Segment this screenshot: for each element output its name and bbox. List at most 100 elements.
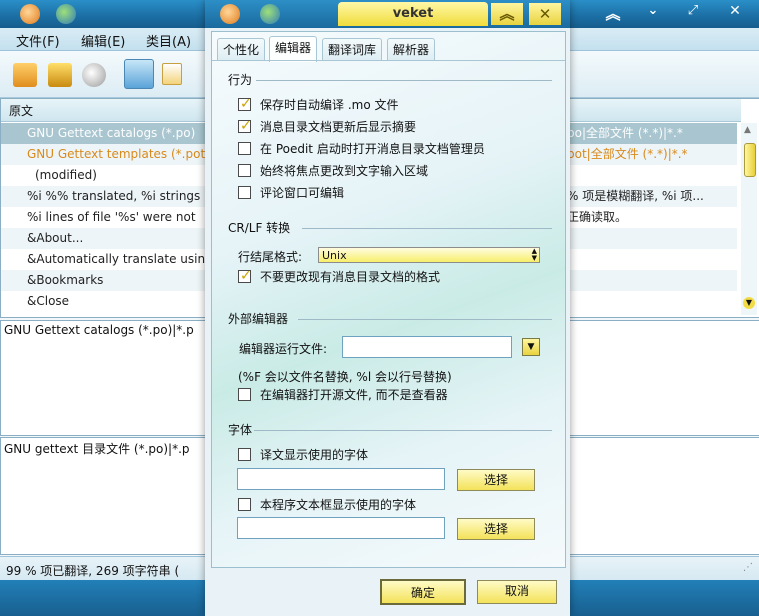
row-translation-text: % 项是模糊翻译, %i 项... xyxy=(567,189,704,203)
main-close-icon[interactable]: ✕ xyxy=(722,3,748,23)
tab-parsers-label: 解析器 xyxy=(393,43,430,57)
keep-format-checkbox[interactable]: ✓ xyxy=(238,268,252,284)
open-folder-icon[interactable] xyxy=(13,63,37,87)
dialog-logo-icon xyxy=(220,4,240,24)
dialog-title-text: veket xyxy=(392,6,434,21)
behavior-section-title: 行为 xyxy=(228,73,253,87)
row-translation-text: po|全部文件 (*.*)|*.* xyxy=(567,126,683,140)
menu-catalog[interactable]: 类目(A) xyxy=(146,31,191,50)
tab-editor[interactable]: 编辑器 xyxy=(269,36,318,62)
ok-label: 确定 xyxy=(410,586,435,600)
source-text: GNU Gettext catalogs (*.po)|*.p xyxy=(4,323,194,337)
behavior-option-label: 消息目录文档更新后显示摘要 xyxy=(260,120,417,134)
update-catalog-icon[interactable] xyxy=(124,59,154,89)
eol-format-label: 行结尾格式: xyxy=(238,250,303,264)
translation-text: GNU gettext 目录文件 (*.po)|*.p xyxy=(4,442,190,456)
app-font-checkbox[interactable] xyxy=(238,498,251,511)
behavior-option-label: 在 Poedit 启动时打开消息目录文档管理员 xyxy=(260,142,485,156)
tab-parsers[interactable]: 解析器 xyxy=(387,38,436,61)
fonts-section-title: 字体 xyxy=(228,423,253,437)
row-source-text: (modified) xyxy=(35,168,97,182)
tab-personalize-label: 个性化 xyxy=(223,43,260,57)
main-maximize-icon[interactable]: ⤢ xyxy=(680,3,706,23)
editor-command-input[interactable] xyxy=(342,336,512,358)
resize-grip-icon[interactable]: ⋰ xyxy=(743,562,753,573)
main-roll-up-icon[interactable]: ︽ xyxy=(600,3,626,23)
crlf-section-title: CR/LF 转换 xyxy=(228,221,291,235)
eol-format-select[interactable]: Unix ▲ ▼ xyxy=(318,247,540,263)
dialog-titlebar: veket ︽ ✕ xyxy=(205,0,570,28)
behavior-checkbox[interactable]: ✓ xyxy=(238,96,252,112)
keep-format-label: 不要更改现有消息目录文档的格式 xyxy=(260,270,441,284)
checkmark-icon: ✓ xyxy=(240,118,252,134)
cancel-button[interactable]: 取消 xyxy=(477,580,557,604)
row-source-text: GNU Gettext catalogs (*.po) xyxy=(27,126,196,140)
behavior-checkbox[interactable]: ✓ xyxy=(238,118,252,134)
row-source-text: %i lines of file '%s' were not xyxy=(27,210,196,224)
app-logo-icon xyxy=(20,4,40,24)
translation-font-input[interactable] xyxy=(237,468,445,490)
translation-font-label: 译文显示使用的字体 xyxy=(260,448,369,462)
tab-editor-label: 编辑器 xyxy=(275,41,312,55)
vertical-scrollbar[interactable]: ▲ ▼ xyxy=(741,123,757,315)
status-text: 99 % 项已翻译, 269 项字符串 ( xyxy=(6,564,180,578)
translation-font-checkbox[interactable] xyxy=(238,448,251,461)
checkmark-icon: ✓ xyxy=(240,96,252,112)
dialog-title: veket xyxy=(338,2,488,26)
app-font-input[interactable] xyxy=(237,517,445,539)
row-translation-text: 正确读取。 xyxy=(567,210,628,224)
globe-tool-icon[interactable] xyxy=(82,63,106,87)
close-icon[interactable]: ✕ xyxy=(529,3,561,25)
tab-divider xyxy=(212,60,565,61)
choose-translation-font-button[interactable]: 选择 xyxy=(457,469,535,491)
scroll-down-icon[interactable]: ▼ xyxy=(743,297,755,309)
row-source-text: %i %% translated, %i strings (% xyxy=(27,189,221,203)
fonts-divider xyxy=(254,430,552,431)
editor-command-label: 编辑器运行文件: xyxy=(239,342,328,356)
ok-button[interactable]: 确定 xyxy=(380,579,466,605)
menu-file[interactable]: 文件(F) xyxy=(16,31,60,50)
checkmark-icon: ✓ xyxy=(240,268,252,284)
choose-translation-font-label: 选择 xyxy=(483,473,508,487)
column-source-header[interactable]: 原文 xyxy=(9,102,33,119)
eol-format-value: Unix xyxy=(322,249,347,262)
behavior-option-label: 保存时自动编译 .mo 文件 xyxy=(260,98,399,112)
behavior-option-label: 评论窗口可编辑 xyxy=(260,186,345,200)
app-font-label: 本程序文本框显示使用的字体 xyxy=(260,498,417,512)
behavior-checkbox[interactable] xyxy=(238,186,251,199)
edit-comment-icon[interactable] xyxy=(162,63,182,85)
cancel-label: 取消 xyxy=(504,584,529,598)
behavior-divider xyxy=(256,80,552,81)
select-arrows-icon: ▲ ▼ xyxy=(531,247,537,262)
row-source-text: &Close xyxy=(27,294,70,308)
row-source-text: &About... xyxy=(27,231,84,245)
row-source-text: &Automatically translate using xyxy=(27,252,213,266)
open-in-editor-label: 在编辑器打开源文件, 而不是查看器 xyxy=(260,388,448,402)
external-editor-section-title: 外部编辑器 xyxy=(228,312,289,326)
editor-hint-text: (%F 会以文件名替换, %l 会以行号替换) xyxy=(238,370,452,384)
behavior-option-label: 始终将焦点更改到文字输入区域 xyxy=(260,164,429,178)
scroll-up-icon[interactable]: ▲ xyxy=(744,125,751,135)
behavior-checkbox[interactable] xyxy=(238,142,251,155)
crlf-divider xyxy=(302,228,552,229)
tab-personalize[interactable]: 个性化 xyxy=(217,38,266,61)
preferences-dialog: veket ︽ ✕ 个性化 编辑器 翻译词库 解析器 行为 ✓ 保存时自动编译 .… xyxy=(205,0,570,616)
roll-up-icon[interactable]: ︽ xyxy=(491,3,523,25)
row-source-text: &Bookmarks xyxy=(27,273,104,287)
open-in-editor-checkbox[interactable] xyxy=(238,388,251,401)
row-translation-text: pot|全部文件 (*.*)|*.* xyxy=(567,147,688,161)
external-editor-divider xyxy=(298,319,552,320)
choose-app-font-button[interactable]: 选择 xyxy=(457,518,535,540)
tab-translation-memory[interactable]: 翻译词库 xyxy=(322,38,383,61)
menu-edit[interactable]: 编辑(E) xyxy=(81,31,125,50)
save-icon[interactable] xyxy=(48,63,72,87)
editor-dropdown-button[interactable]: ▼ xyxy=(522,338,540,356)
behavior-checkbox[interactable] xyxy=(238,164,251,177)
dialog-globe-icon[interactable] xyxy=(260,4,280,24)
row-source-text: GNU Gettext templates (*.pot xyxy=(27,147,206,161)
main-minimize-icon[interactable]: ⌄ xyxy=(640,3,666,23)
tab-translation-memory-label: 翻译词库 xyxy=(328,43,377,57)
globe-icon[interactable] xyxy=(56,4,76,24)
scroll-thumb[interactable] xyxy=(744,143,756,177)
choose-app-font-label: 选择 xyxy=(483,522,508,536)
